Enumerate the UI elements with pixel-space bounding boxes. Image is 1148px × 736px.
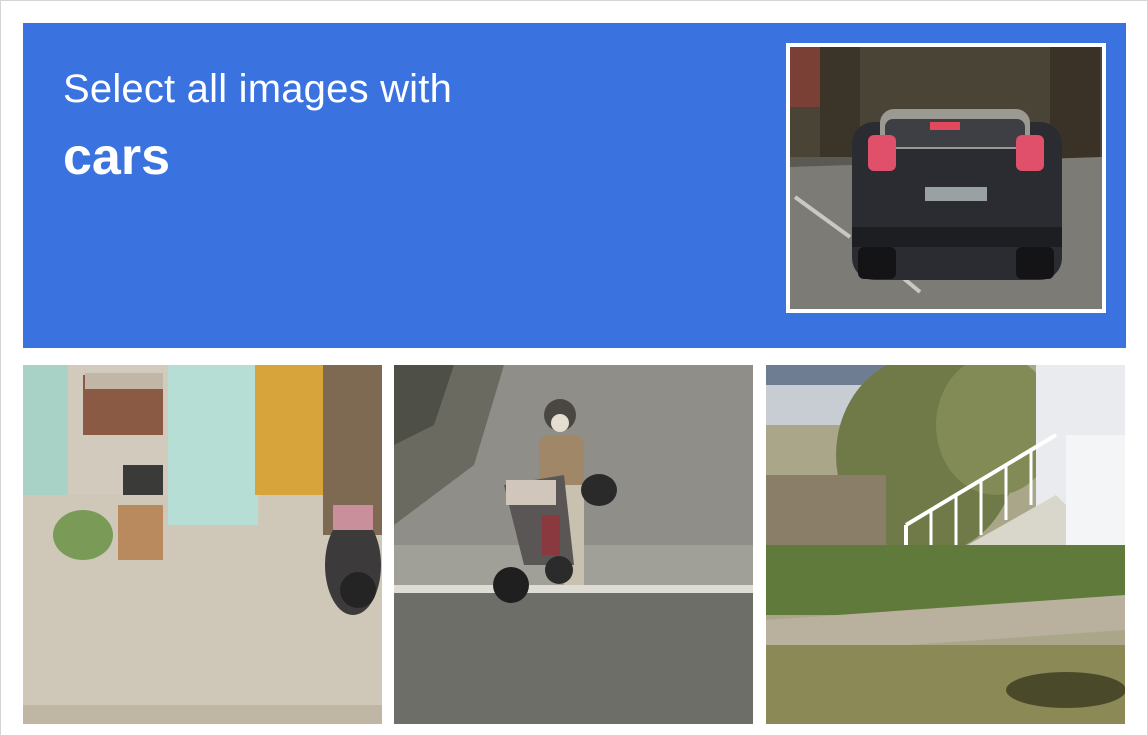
example-car-image — [790, 47, 1102, 309]
prompt-text: Select all images with — [63, 67, 453, 111]
image-tile-1[interactable] — [23, 365, 382, 724]
prompt-target: cars — [63, 128, 170, 186]
captcha-widget: Select all images with cars — [0, 0, 1148, 736]
image-tile-2[interactable] — [394, 365, 753, 724]
tile-1-image — [23, 365, 382, 724]
challenge-header: Select all images with cars — [23, 23, 1126, 348]
image-tile-3[interactable] — [766, 365, 1125, 724]
example-image — [786, 43, 1106, 313]
tile-2-image — [394, 365, 753, 724]
tile-3-image — [766, 365, 1125, 724]
